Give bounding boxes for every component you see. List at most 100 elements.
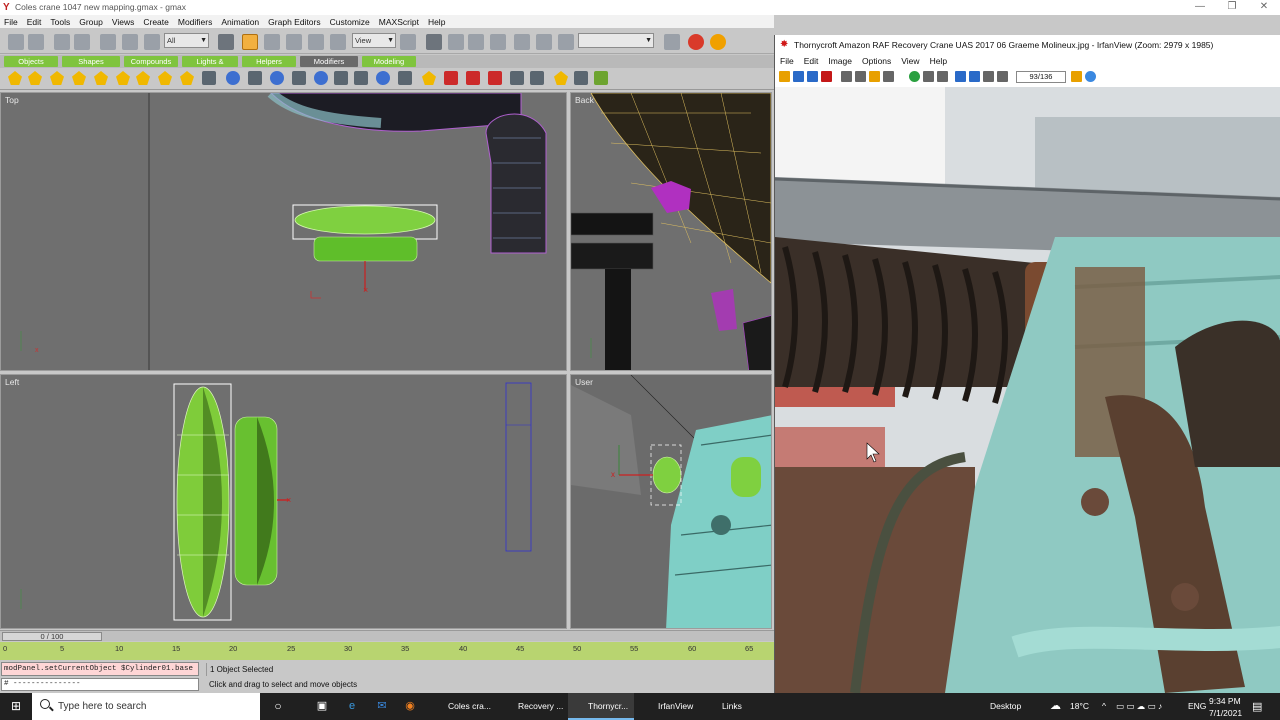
menu-help[interactable]: Help [428, 17, 445, 27]
taskbar-search[interactable]: Type here to search [32, 693, 260, 720]
time-slider[interactable]: 0 / 100 [0, 630, 774, 641]
named-selection-dropdown[interactable]: ▼ [578, 33, 654, 48]
restore-icon[interactable]: ❐ [1216, 0, 1248, 15]
viewport-top[interactable]: × x Top [0, 92, 567, 371]
material-icon[interactable] [554, 71, 568, 85]
task-view-icon[interactable]: ○ [266, 693, 290, 720]
region-select-icon[interactable] [144, 34, 160, 50]
tab-helpers[interactable]: Helpers [242, 56, 296, 67]
geosphere-icon[interactable] [72, 71, 86, 85]
reference-coordinate-dropdown[interactable]: View ▼ [352, 33, 396, 48]
unlink-icon[interactable] [74, 34, 90, 50]
windows-start-icon[interactable]: ⊞ [0, 693, 32, 720]
irfan-menu-view[interactable]: View [901, 56, 919, 68]
weather-temperature[interactable]: 18°C [1070, 701, 1089, 711]
mirror-icon[interactable] [514, 34, 530, 50]
viewport-label-user[interactable]: User [575, 377, 593, 387]
store-icon[interactable]: ▣ [310, 693, 334, 720]
cylinder-icon[interactable] [94, 71, 108, 85]
use-pivot-center-icon[interactable] [400, 34, 416, 50]
tab-objects[interactable]: Objects [4, 56, 58, 67]
sphere-icon[interactable] [50, 71, 64, 85]
trackbar[interactable]: 0 5 10 15 20 25 30 35 40 45 50 55 60 65 [0, 642, 774, 660]
clock-date[interactable]: 7/1/2021 [1209, 708, 1242, 718]
restrict-x-icon[interactable] [426, 34, 442, 50]
undo-icon[interactable] [8, 34, 24, 50]
dummy-icon[interactable] [334, 71, 348, 85]
taskbar-item-gmax[interactable]: Coles cra... [428, 693, 494, 720]
open-folder-icon[interactable] [779, 71, 790, 82]
menu-edit[interactable]: Edit [27, 17, 42, 27]
menu-views[interactable]: Views [112, 17, 135, 27]
xform-icon[interactable] [354, 71, 368, 85]
menu-animation[interactable]: Animation [221, 17, 259, 27]
menu-create[interactable]: Create [143, 17, 169, 27]
tube-icon[interactable] [116, 71, 130, 85]
mail-icon[interactable]: ✉ [370, 693, 394, 720]
edit-mesh-icon[interactable] [422, 71, 436, 85]
zoom-out-icon[interactable] [937, 71, 948, 82]
tab-shapes[interactable]: Shapes [62, 56, 120, 67]
desktop-toolbar[interactable]: Desktop [990, 701, 1021, 711]
weather-cloud-icon[interactable]: ☁ [1050, 699, 1061, 712]
selection-filter-dropdown[interactable]: All ▼ [164, 33, 209, 48]
firefox-icon[interactable]: ◉ [398, 693, 422, 720]
previous-icon[interactable] [955, 71, 966, 82]
box-icon[interactable] [8, 71, 22, 85]
align-icon[interactable] [536, 34, 552, 50]
uniform-scale-icon[interactable] [308, 34, 324, 50]
face-icon[interactable] [510, 71, 524, 85]
circle-icon[interactable] [270, 71, 284, 85]
scale-icon[interactable] [286, 34, 302, 50]
tray-chevron-icon[interactable]: ^ [1102, 701, 1106, 711]
tab-modifiers[interactable]: Modifiers [300, 56, 358, 67]
grid-icon[interactable] [376, 71, 390, 85]
arc-icon[interactable] [292, 71, 306, 85]
taskbar-item-recovery-folder[interactable]: Recovery ... [498, 693, 564, 720]
next-icon[interactable] [969, 71, 980, 82]
minimize-icon[interactable]: — [1184, 0, 1216, 15]
maxscript-listener-input[interactable]: modPanel.setCurrentObject $Cylinder01.ba… [1, 662, 199, 676]
viewport-left[interactable]: × Left [0, 374, 567, 629]
menu-customize[interactable]: Customize [330, 17, 370, 27]
time-slider-thumb[interactable]: 0 / 100 [2, 632, 102, 641]
delete-icon[interactable] [821, 71, 832, 82]
info-icon[interactable] [909, 71, 920, 82]
irfan-menu-image[interactable]: Image [828, 56, 852, 68]
tab-compounds[interactable]: Compounds [124, 56, 178, 67]
edge-browser-icon[interactable]: e [340, 693, 364, 720]
element-icon[interactable] [530, 71, 544, 85]
torus-icon[interactable] [136, 71, 150, 85]
close-icon[interactable]: ✕ [1248, 0, 1280, 15]
select-icon[interactable] [100, 34, 116, 50]
notification-icon[interactable]: ▤ [1252, 700, 1262, 713]
menu-modifiers[interactable]: Modifiers [178, 17, 212, 27]
line-icon[interactable] [248, 71, 262, 85]
zoom-in-icon[interactable] [923, 71, 934, 82]
pyramid-icon[interactable] [158, 71, 172, 85]
sphere-helper-icon[interactable] [314, 71, 328, 85]
viewport-label-left[interactable]: Left [5, 377, 19, 387]
plane-icon[interactable] [202, 71, 216, 85]
language-indicator[interactable]: ENG [1188, 701, 1206, 711]
maxscript-listener-output[interactable]: # --------------- [1, 678, 199, 691]
render-icon[interactable] [688, 34, 704, 50]
cut-icon[interactable] [841, 71, 852, 82]
slideshow-icon[interactable] [793, 71, 804, 82]
color-icon[interactable] [594, 71, 608, 85]
pivot-icon[interactable] [330, 34, 346, 50]
rotate-right-icon[interactable] [997, 71, 1008, 82]
vertex-icon[interactable] [466, 71, 480, 85]
select-region-icon[interactable] [218, 34, 234, 50]
snap-icon[interactable] [558, 34, 574, 50]
restrict-xy-icon[interactable] [490, 34, 506, 50]
settings-icon[interactable] [1071, 71, 1082, 82]
checker-icon[interactable] [574, 71, 588, 85]
taskbar-item-thornycroft[interactable]: Thornycr... [568, 693, 634, 720]
poly-icon[interactable] [444, 71, 458, 85]
paste-icon[interactable] [869, 71, 880, 82]
viewport-user[interactable]: x User [570, 374, 772, 629]
irfan-menu-file[interactable]: File [780, 56, 794, 68]
material-editor-icon[interactable] [664, 34, 680, 50]
clock-time[interactable]: 9:34 PM [1209, 696, 1241, 706]
